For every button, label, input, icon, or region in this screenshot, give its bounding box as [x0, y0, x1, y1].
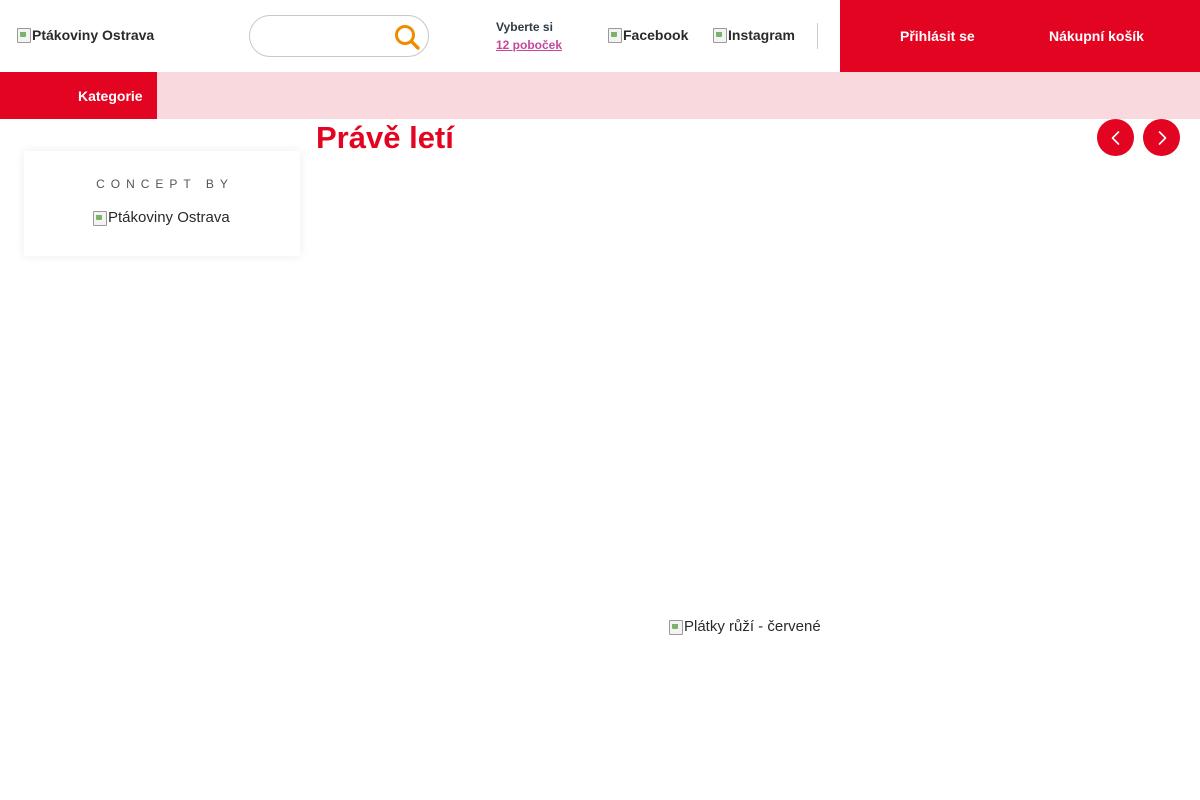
- cart-button[interactable]: Nákupní košík: [1049, 0, 1144, 72]
- search-input[interactable]: [262, 25, 392, 49]
- categories-button[interactable]: Kategorie: [0, 72, 157, 119]
- site-logo-alt-text: Ptákoviny Ostrava: [32, 27, 155, 43]
- chevron-right-icon: [1158, 130, 1166, 145]
- site-logo[interactable]: Ptákoviny Ostrava: [16, 27, 154, 43]
- broken-image-icon: [16, 27, 32, 43]
- concept-logo-alt-text: Ptákoviny Ostrava: [108, 209, 230, 226]
- section-title: Právě letí: [316, 120, 454, 155]
- product-image[interactable]: Plátky růží - červené: [668, 618, 821, 635]
- facebook-link[interactable]: Facebook: [607, 27, 688, 43]
- concept-card: CONCEPT BY Ptákoviny Ostrava: [24, 151, 300, 256]
- broken-image-icon: [607, 27, 623, 43]
- facebook-alt-text: Facebook: [623, 27, 689, 43]
- carousel-next-button[interactable]: [1143, 119, 1180, 156]
- instagram-link[interactable]: Instagram: [712, 27, 795, 43]
- broken-image-icon: [712, 27, 728, 43]
- product-image-alt-text: Plátky růží - červené: [684, 618, 821, 635]
- chevron-left-icon: [1111, 130, 1119, 145]
- site-header: Ptákoviny Ostrava Vyberte si 12 poboček …: [0, 0, 1200, 72]
- broken-image-icon: [668, 619, 684, 635]
- category-nav: Kategorie: [0, 72, 1200, 119]
- search-icon: [395, 25, 420, 50]
- search-box: [249, 15, 429, 57]
- login-button[interactable]: Přihlásit se: [900, 0, 975, 72]
- header-divider: [817, 23, 818, 49]
- concept-label: CONCEPT BY: [96, 177, 234, 191]
- branches-link[interactable]: 12 poboček: [496, 34, 562, 56]
- broken-image-icon: [92, 210, 108, 226]
- categories-label: Kategorie: [78, 88, 143, 104]
- branches-info: Vyberte si 12 poboček: [496, 20, 562, 56]
- search-button[interactable]: [393, 23, 421, 51]
- concept-logo: Ptákoviny Ostrava: [92, 209, 230, 226]
- account-cart-bar: Přihlásit se Nákupní košík: [840, 0, 1200, 72]
- instagram-alt-text: Instagram: [728, 27, 795, 43]
- branches-label: Vyberte si: [496, 20, 553, 34]
- carousel-prev-button[interactable]: [1097, 119, 1134, 156]
